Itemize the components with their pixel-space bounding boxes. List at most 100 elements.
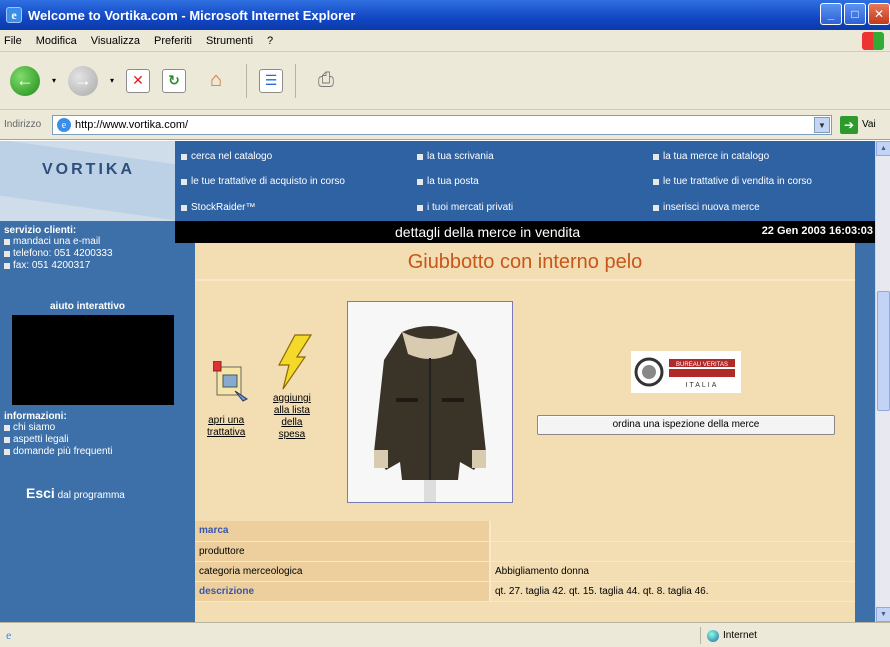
nav-label: le tue trattative di vendita in corso [663,176,812,187]
detail-label-description: descrizione [195,581,491,602]
link-line: trattativa [207,427,246,438]
nav-insert-goods[interactable]: inserisci nuova merce [653,202,760,213]
detail-label-producer: produttore [195,541,491,562]
table-row: marca [195,521,855,542]
sidebar-item-phone: telefono: 051 4200333 [4,248,175,260]
lightning-icon[interactable] [273,333,313,393]
nav-my-goods[interactable]: la tua merce in catalogo [653,151,769,162]
menu-help[interactable]: ? [267,35,273,47]
table-row: descrizione qt. 27. taglia 42. qt. 15. t… [195,581,855,602]
menu-visualizza[interactable]: Visualizza [91,35,140,47]
bullet-icon [181,204,187,211]
negotiation-icon[interactable] [213,361,249,403]
product-title: Giubbotto con interno pelo [407,251,643,273]
sidebar-item-legal[interactable]: aspetti legali [4,434,175,446]
nav-purchase-negotiations[interactable]: le tue trattative di acquisto in corso [181,176,345,187]
menu-modifica[interactable]: Modifica [36,35,77,47]
sidebar-item-faq[interactable]: domande più frequenti [4,446,175,458]
toolbar-separator [295,63,297,98]
info-title: informazioni: [4,411,67,422]
menu-preferiti[interactable]: Preferiti [154,35,192,47]
nav-label: le tue trattative di acquisto in corso [191,176,345,187]
sidebar-item-label: fax: 051 4200317 [13,260,91,271]
left-sidebar: VORTIKA servizio clienti: mandaci una e-… [0,141,175,622]
section-header-bar: dettagli della merce in vendita 22 Gen 2… [175,221,875,243]
logo-swoosh [0,141,175,221]
close-button[interactable]: ✕ [868,3,890,25]
detail-value-producer [490,541,855,562]
address-input[interactable]: e http://www.vortika.com/ [52,115,832,135]
nav-private-markets[interactable]: i tuoi mercati privati [417,202,513,213]
back-icon[interactable]: ← [10,65,40,96]
refresh-icon[interactable]: ↻ [162,68,187,93]
nav-desk[interactable]: la tua scrivania [417,151,494,162]
bullet-icon [653,178,659,185]
bullet-icon [4,437,10,443]
nav-search-catalog[interactable]: cerca nel catalogo [181,151,272,162]
forward-dropdown-icon[interactable]: ▾ [110,76,114,85]
product-panel: Giubbotto con interno pelo apri una trat… [195,243,855,622]
detail-value-brand [490,521,855,542]
print-icon[interactable]: ⎙ [308,63,344,99]
product-photo[interactable] [347,301,513,503]
link-line: spesa [278,429,306,440]
home-icon[interactable]: ⌂ [198,63,234,99]
menu-strumenti[interactable]: Strumenti [206,35,253,47]
open-negotiation-link[interactable]: apri una trattativa [207,415,245,439]
back-dropdown-icon[interactable]: ▾ [52,76,56,85]
detail-label-category: categoria merceologica [195,561,491,582]
sidebar-item-label: domande più frequenti [13,446,113,457]
info-section: informazioni: chi siamo aspetti legali d… [0,411,175,458]
logo-text: VORTIKA [42,161,135,178]
stop-icon[interactable]: ✕ [126,68,151,93]
nav-label: la tua scrivania [427,151,494,162]
table-row: produttore [195,541,855,562]
exit-link[interactable]: Esci dal programma [26,485,125,501]
page-status-icon: e [6,627,12,642]
favorites-icon[interactable]: ☰ [259,68,284,93]
go-arrow-icon[interactable]: ➔ [840,116,858,134]
scroll-up-icon[interactable]: ▲ [876,141,890,156]
interactive-help-title: aiuto interattivo [0,301,175,315]
address-dropdown-icon[interactable]: ▼ [814,117,830,133]
scroll-thumb[interactable] [877,291,890,411]
page-icon: e [57,118,71,132]
nav-stockraider[interactable]: StockRaider™ [181,202,255,213]
sidebar-item-about[interactable]: chi siamo [4,422,175,434]
nav-label: la tua posta [427,176,479,187]
main-area: Giubbotto con interno pelo apri una trat… [175,243,875,622]
section-title: dettagli della merce in vendita [395,224,581,240]
datetime: 22 Gen 2003 16:03:03 [761,225,873,237]
forward-icon[interactable]: → [68,65,99,96]
order-inspection-button[interactable]: ordina una ispezione della merce [537,415,835,435]
menu-file[interactable]: File [4,35,22,47]
minimize-button[interactable]: _ [820,3,842,25]
top-navigation: cerca nel catalogo la tua scrivania la t… [175,141,875,221]
vertical-scrollbar[interactable]: ▲ ▼ [875,141,890,622]
vortika-logo[interactable]: VORTIKA [0,141,175,221]
go-button-label[interactable]: Vai [862,119,876,130]
table-row: categoria merceologica Abbigliamento don… [195,561,855,582]
add-to-shopping-list-link[interactable]: aggiungi alla lista della spesa [273,393,311,441]
nav-mail[interactable]: la tua posta [417,176,479,187]
browser-toolbar: ← ▾ → ▾ ✕ ↻ ⌂ ☰ ⎙ [0,52,890,110]
panel-divider [195,279,855,281]
detail-value-description: qt. 27. taglia 42. qt. 15. taglia 44. qt… [490,581,855,602]
link-line: apri una [208,415,245,426]
bullet-icon [4,425,10,431]
maximize-button[interactable]: □ [844,3,866,25]
bullet-icon [181,153,187,160]
interactive-help-box[interactable] [12,315,174,405]
bullet-icon [181,178,187,185]
exit-label-bold: Esci [26,485,55,501]
zone-label: Internet [723,630,757,641]
customer-service-section: servizio clienti: mandaci una e-mail tel… [0,225,175,272]
ie-logo-icon: e [6,7,22,23]
detail-value-category: Abbigliamento donna [490,561,855,582]
bullet-icon [653,153,659,160]
scroll-down-icon[interactable]: ▼ [876,607,890,622]
sidebar-item-email[interactable]: mandaci una e-mail [4,236,175,248]
nav-sale-negotiations[interactable]: le tue trattative di vendita in corso [653,176,812,187]
address-label: Indirizzo [4,119,42,130]
bullet-icon [4,239,10,245]
